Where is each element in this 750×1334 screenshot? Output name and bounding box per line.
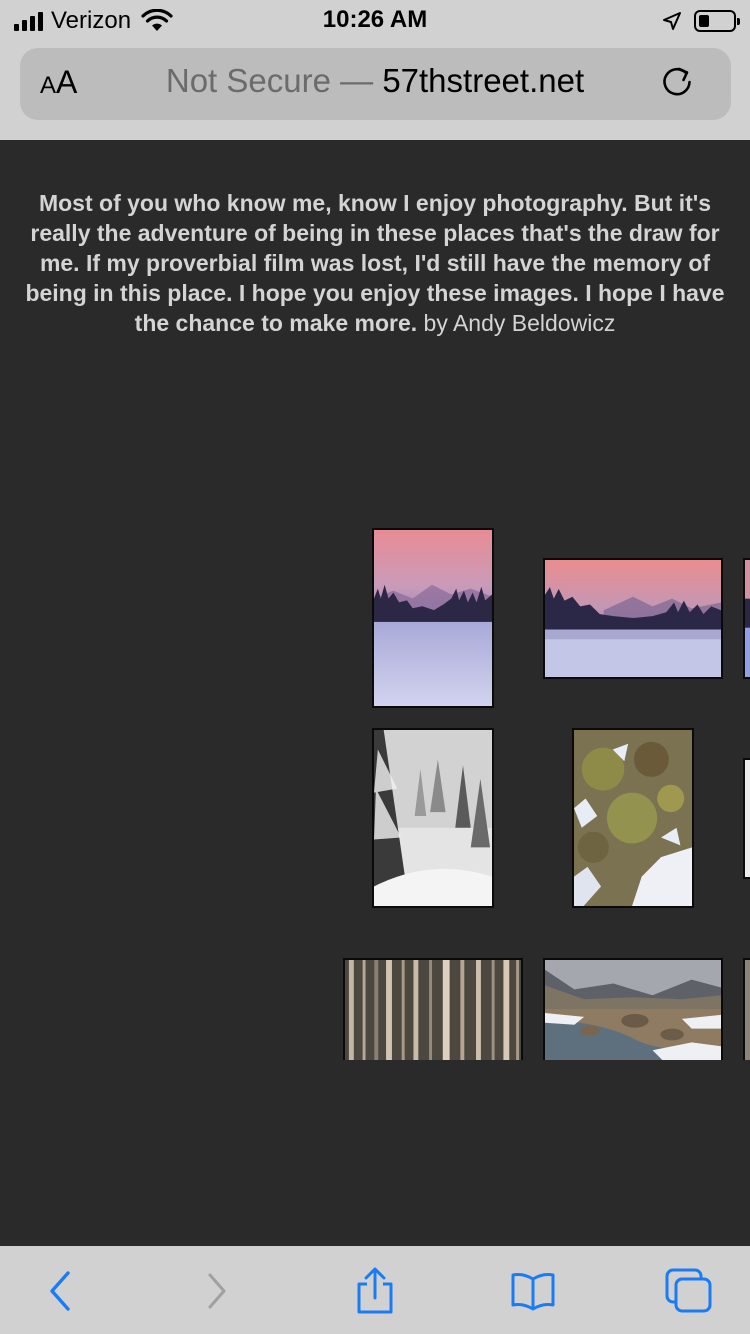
sunset-meadow-image — [374, 530, 492, 706]
share-button[interactable] — [350, 1266, 400, 1316]
snowy-scene-image — [745, 760, 750, 877]
snowy-forest-image — [374, 730, 492, 906]
url-separator: — — [340, 62, 374, 99]
sunset-meadow-image — [545, 560, 721, 677]
browser-toolbar — [0, 1246, 750, 1334]
tabs-button[interactable] — [664, 1266, 714, 1316]
gallery-photo[interactable] — [743, 558, 750, 679]
back-chevron-icon — [50, 1271, 70, 1311]
intro-paragraph: Most of you who know me, know I enjoy ph… — [20, 188, 730, 338]
gallery-photo[interactable] — [572, 728, 694, 908]
lichen-rock-image — [574, 730, 692, 906]
intro-quote: Most of you who know me, know I enjoy ph… — [25, 190, 725, 336]
reload-button[interactable] — [660, 64, 694, 98]
river-valley-image — [545, 960, 721, 1060]
aspen-trunks-image — [345, 960, 521, 1060]
intro-byline: by Andy Beldowicz — [423, 310, 616, 336]
gallery-photo[interactable] — [343, 958, 523, 1060]
forward-chevron-icon — [208, 1273, 226, 1309]
gallery-photo[interactable] — [743, 958, 750, 1060]
sunset-meadow-image — [745, 560, 750, 677]
location-arrow-icon — [663, 12, 681, 30]
forward-button[interactable] — [192, 1266, 242, 1316]
gallery-photo[interactable] — [543, 958, 723, 1060]
battery-icon — [694, 10, 740, 32]
gallery-photo[interactable] — [372, 728, 494, 908]
status-time: 10:26 AM — [322, 6, 428, 33]
address-bar-area: AA Not Secure — 57thstreet.net — [0, 44, 750, 140]
security-label: Not Secure — [165, 62, 331, 99]
tabs-icon — [665, 1268, 712, 1313]
bookmarks-button[interactable] — [508, 1266, 558, 1316]
reload-icon — [663, 67, 691, 96]
gallery-photo[interactable] — [372, 528, 494, 708]
share-icon — [357, 1267, 393, 1314]
status-bar: Verizon 10:26 AM — [0, 0, 750, 44]
landscape-image — [745, 960, 750, 1060]
bookmarks-icon — [511, 1273, 555, 1311]
gallery-photo[interactable] — [743, 758, 750, 879]
back-button[interactable] — [36, 1266, 86, 1316]
address-text[interactable]: Not Secure — 57thstreet.net — [0, 62, 750, 100]
gallery-photo[interactable] — [543, 558, 723, 679]
domain-label: 57thstreet.net — [382, 62, 585, 99]
